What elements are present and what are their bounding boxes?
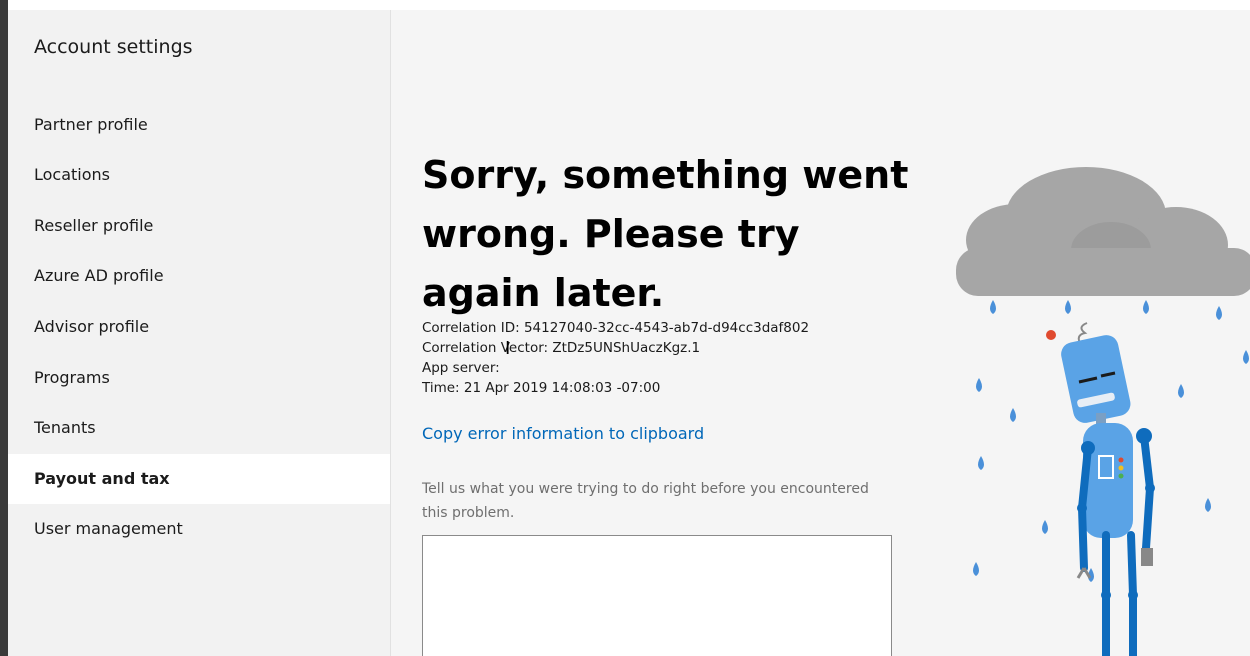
error-panel: Sorry, something went wrong. Please try … [391,10,1250,656]
correlation-vector: Correlation Vector: ZtDz5UNShUaczKgz.1 [422,340,701,356]
sidebar-item-user-management[interactable]: User management [8,504,390,554]
sidebar-item-azure-ad-profile[interactable]: Azure AD profile [8,251,390,301]
window-left-edge [0,0,8,656]
settings-sidebar: Account settings Partner profile Locatio… [8,10,391,656]
sidebar-item-locations[interactable]: Locations [8,150,390,200]
sidebar-item-partner-profile[interactable]: Partner profile [8,100,390,150]
copy-error-link[interactable]: Copy error information to clipboard [422,424,704,443]
app-server: App server: [422,360,500,376]
correlation-id: Correlation ID: 54127040-32cc-4543-ab7d-… [422,320,810,336]
sidebar-item-payout-and-tax[interactable]: Payout and tax [8,454,390,504]
rain-cloud-icon [956,167,1250,296]
feedback-textarea[interactable] [422,535,892,656]
sidebar-item-reseller-profile[interactable]: Reseller profile [8,201,390,251]
sad-robot-illustration [956,167,1250,656]
text-cursor-icon: I [505,338,511,359]
sidebar-item-programs[interactable]: Programs [8,353,390,403]
robot-icon [1046,322,1155,656]
error-details: Correlation ID: 54127040-32cc-4543-ab7d-… [422,318,809,398]
error-time: Time: 21 Apr 2019 14:08:03 -07:00 [422,380,661,396]
sidebar-item-advisor-profile[interactable]: Advisor profile [8,302,390,352]
sidebar-item-tenants[interactable]: Tenants [8,403,390,453]
error-heading: Sorry, something went wrong. Please try … [422,153,909,315]
feedback-prompt: Tell us what you were trying to do right… [422,481,869,521]
top-strip [8,0,1250,10]
sidebar-title: Account settings [34,36,193,58]
